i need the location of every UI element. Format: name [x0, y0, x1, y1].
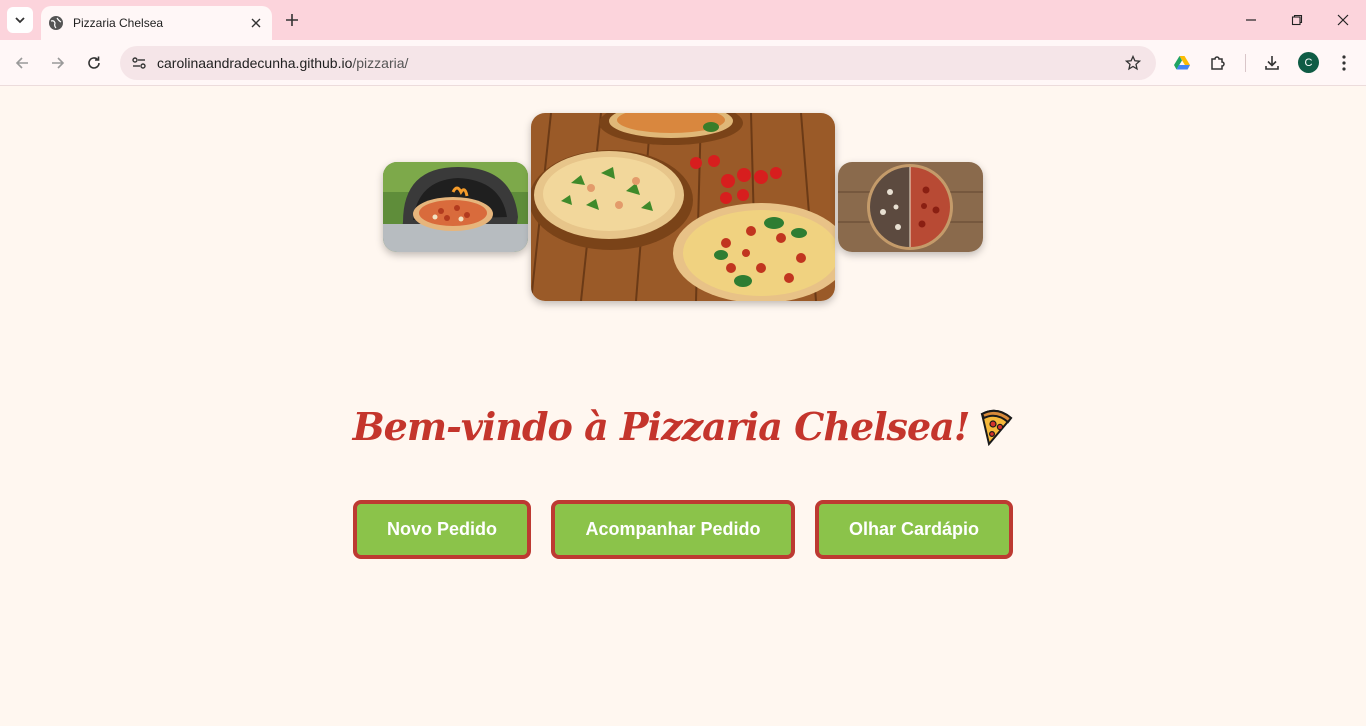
acompanhar-pedido-button[interactable]: Acompanhar Pedido [551, 500, 795, 559]
olhar-cardapio-button[interactable]: Olhar Cardápio [815, 500, 1013, 559]
profile-avatar[interactable]: C [1298, 52, 1319, 73]
kebab-menu-icon[interactable] [1332, 51, 1356, 75]
plus-icon[interactable] [281, 9, 303, 31]
close-icon[interactable] [246, 13, 266, 33]
url-host: carolinaandradecunha.github.io [157, 55, 353, 71]
extensions-puzzle-icon[interactable] [1206, 51, 1230, 75]
restore-icon[interactable] [1284, 8, 1310, 32]
address-bar[interactable]: carolinaandradecunha.github.io/pizzaria/ [120, 46, 1156, 80]
carousel-image-pizzas-on-table[interactable] [531, 113, 835, 301]
toolbar-separator [1245, 54, 1246, 72]
star-icon[interactable] [1122, 52, 1144, 74]
google-drive-icon[interactable] [1170, 51, 1194, 75]
tab-search-button[interactable] [7, 7, 33, 33]
active-tab[interactable]: Pizzaria Chelsea [41, 6, 272, 40]
minimize-icon[interactable] [1238, 8, 1264, 32]
welcome-heading: Bem-vindo à Pizzaria Chelsea! [0, 404, 1366, 449]
back-arrow-icon[interactable] [9, 50, 35, 76]
reload-icon[interactable] [81, 50, 107, 76]
welcome-text: Bem-vindo à Pizzaria Chelsea! [352, 404, 971, 449]
tab-strip: Pizzaria Chelsea [0, 0, 1366, 40]
window-close-icon[interactable] [1330, 8, 1356, 32]
carousel-image-pizza-in-oven[interactable] [383, 162, 528, 252]
forward-arrow-icon[interactable] [45, 50, 71, 76]
url-path: /pizzaria/ [352, 55, 409, 71]
download-icon[interactable] [1260, 51, 1284, 75]
url-text: carolinaandradecunha.github.io/pizzaria/ [157, 55, 408, 71]
globe-icon [48, 15, 64, 31]
pizza-slice-icon [979, 408, 1013, 447]
novo-pedido-button[interactable]: Novo Pedido [353, 500, 531, 559]
tab-search-chevron-icon [15, 17, 25, 24]
site-info-icon[interactable] [127, 51, 151, 75]
carousel-image-half-and-half-pizza[interactable] [838, 162, 983, 252]
browser-toolbar: carolinaandradecunha.github.io/pizzaria/… [0, 40, 1366, 86]
image-carousel[interactable] [0, 87, 1366, 327]
tab-title: Pizzaria Chelsea [73, 16, 164, 30]
